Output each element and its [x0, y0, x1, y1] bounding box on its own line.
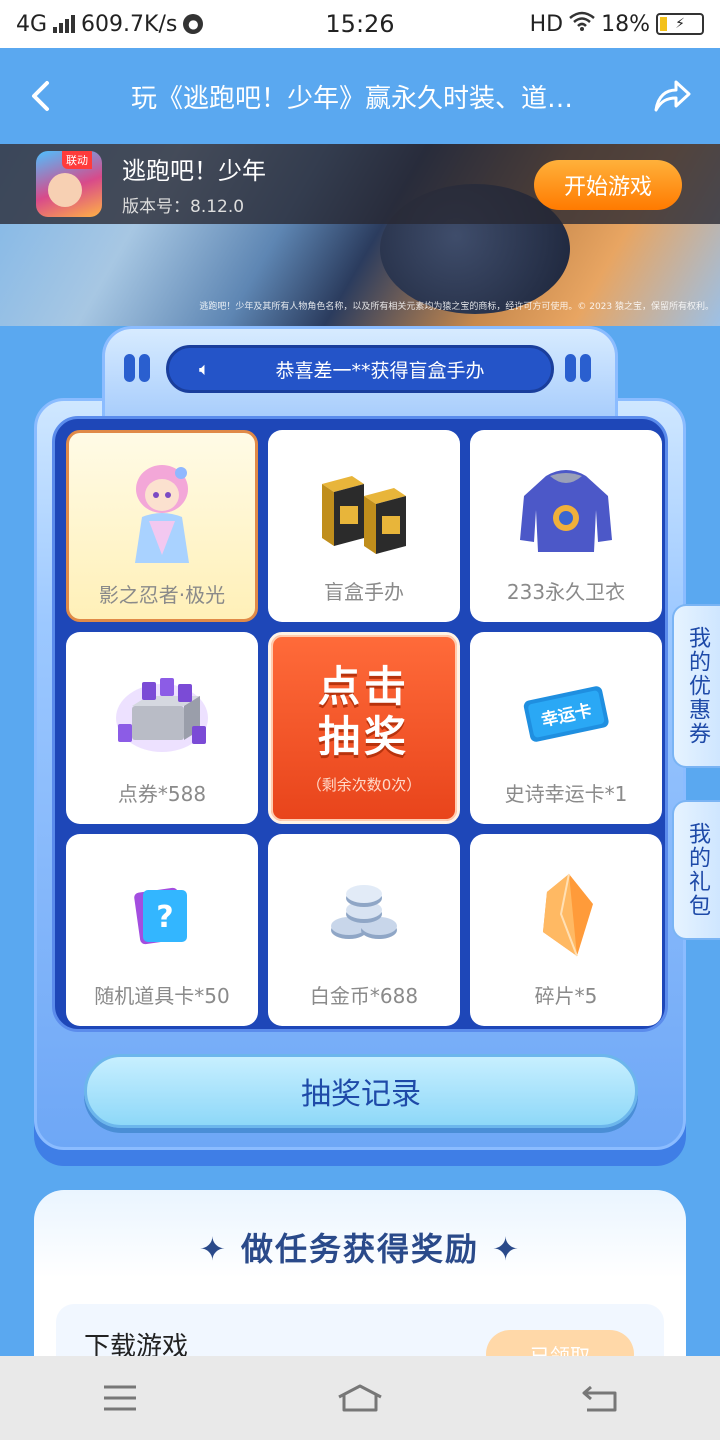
draw-button[interactable]: 点击 抽奖 （剩余次数0次） — [268, 632, 460, 824]
hd-indicator: HD — [529, 11, 564, 37]
menu-button[interactable] — [60, 1356, 180, 1440]
winner-ticker: 🔈︎ 恭喜差一**获得盲盒手办 — [166, 345, 554, 393]
network-speed: 609.7K/s — [81, 11, 178, 37]
prize-label: 随机道具卡*50 — [94, 984, 230, 1008]
character-icon — [107, 459, 217, 569]
status-bar: 4G 609.7K/s ● 15:26 HD 18% ⚡ — [0, 0, 720, 48]
item-card-icon: ? — [107, 860, 217, 970]
prize-cell-platinum-coin[interactable]: 白金币*688 — [268, 834, 460, 1026]
game-app-icon[interactable]: 联动 — [36, 151, 102, 217]
hoodie-icon — [511, 456, 621, 566]
home-button[interactable] — [300, 1356, 420, 1440]
prize-cell-coupons[interactable]: 点券*588 — [66, 632, 258, 824]
task-section-title: ✦ 做任务获得奖励 ✦ — [199, 1230, 521, 1268]
battery-percent: 18% — [601, 11, 650, 37]
draw-label-line1: 点击 — [317, 661, 410, 711]
draw-remaining: （剩余次数0次） — [306, 775, 422, 794]
collab-tag: 联动 — [62, 151, 92, 169]
game-info-bar: 联动 逃跑吧！少年 版本号：8.12.0 开始游戏 — [0, 144, 720, 224]
page-title: 玩《逃跑吧！少年》赢永久时装、道… — [130, 83, 573, 114]
prize-cell-item-card[interactable]: ? 随机道具卡*50 — [66, 834, 258, 1026]
game-name: 逃跑吧！少年 — [122, 157, 266, 185]
clock: 15:26 — [325, 10, 395, 38]
lottery-record-button[interactable]: 抽奖记录 — [84, 1054, 638, 1128]
lucky-card-icon: 幸运卡 — [511, 658, 621, 768]
chevron-left-icon — [32, 81, 49, 111]
back-button[interactable] — [0, 48, 80, 144]
prize-cell-character[interactable]: 影之忍者·极光 — [66, 430, 258, 622]
copyright-text: 逃跑吧！少年及其所有人物角色名称，以及所有相关元素均为猿之宝的商标，经许可方可使… — [199, 302, 714, 312]
prize-cell-hoodie[interactable]: 233永久卫衣 — [470, 430, 662, 622]
prize-cell-blind-box[interactable]: 盲盒手办 — [268, 430, 460, 622]
top-nav-bar: 玩《逃跑吧！少年》赢永久时装、道… — [0, 48, 720, 144]
game-banner: 联动 逃跑吧！少年 版本号：8.12.0 开始游戏 逃跑吧！少年及其所有人物角色… — [0, 144, 720, 326]
prize-label: 影之忍者·极光 — [98, 583, 226, 607]
shard-icon — [511, 860, 621, 970]
return-icon — [582, 1385, 617, 1412]
prize-cell-lucky-card[interactable]: 幸运卡 史诗幸运卡*1 — [470, 632, 662, 824]
svg-text:?: ? — [156, 900, 173, 935]
back-nav-button[interactable] — [540, 1356, 660, 1440]
coupon-box-icon — [107, 658, 217, 768]
start-game-button[interactable]: 开始游戏 — [534, 160, 682, 210]
prize-label: 史诗幸运卡*1 — [504, 782, 628, 806]
ticker-decoration-left — [124, 354, 150, 382]
my-coupons-tab[interactable]: 我的优惠券 — [672, 604, 720, 768]
platinum-coin-icon — [309, 860, 419, 970]
prize-label: 点券*588 — [117, 782, 207, 806]
share-icon — [654, 80, 691, 112]
signal-icon — [53, 15, 76, 33]
system-nav-bar — [0, 1356, 720, 1440]
my-coupons-label: 我的优惠券 — [685, 626, 710, 746]
prize-grid: 影之忍者·极光 盲盒手办 233永久卫衣 点券*588 点击 抽奖 （剩余次数0… — [52, 416, 668, 1032]
menu-icon — [104, 1385, 136, 1411]
prize-label: 碎片*5 — [534, 984, 598, 1008]
battery-icon: ⚡ — [656, 13, 704, 35]
speaker-icon: 🔈︎ — [199, 358, 210, 380]
draw-label-line2: 抽奖 — [317, 711, 410, 761]
prize-label: 233永久卫衣 — [506, 580, 626, 604]
share-button[interactable] — [624, 48, 720, 144]
network-type: 4G — [16, 11, 48, 37]
ticker-decoration-right — [565, 354, 591, 382]
prize-label: 白金币*688 — [309, 984, 419, 1008]
screen-record-icon: ● — [183, 14, 204, 34]
prize-cell-shard[interactable]: 碎片*5 — [470, 834, 662, 1026]
wifi-icon — [569, 11, 595, 37]
blind-box-icon — [309, 456, 419, 566]
my-gifts-tab[interactable]: 我的礼包 — [672, 800, 720, 940]
prize-label: 盲盒手办 — [324, 580, 404, 604]
my-gifts-label: 我的礼包 — [685, 822, 710, 918]
home-icon — [338, 1384, 382, 1412]
ticker-text: 恭喜差一**获得盲盒手办 — [275, 359, 485, 382]
game-version: 版本号：8.12.0 — [122, 197, 245, 217]
